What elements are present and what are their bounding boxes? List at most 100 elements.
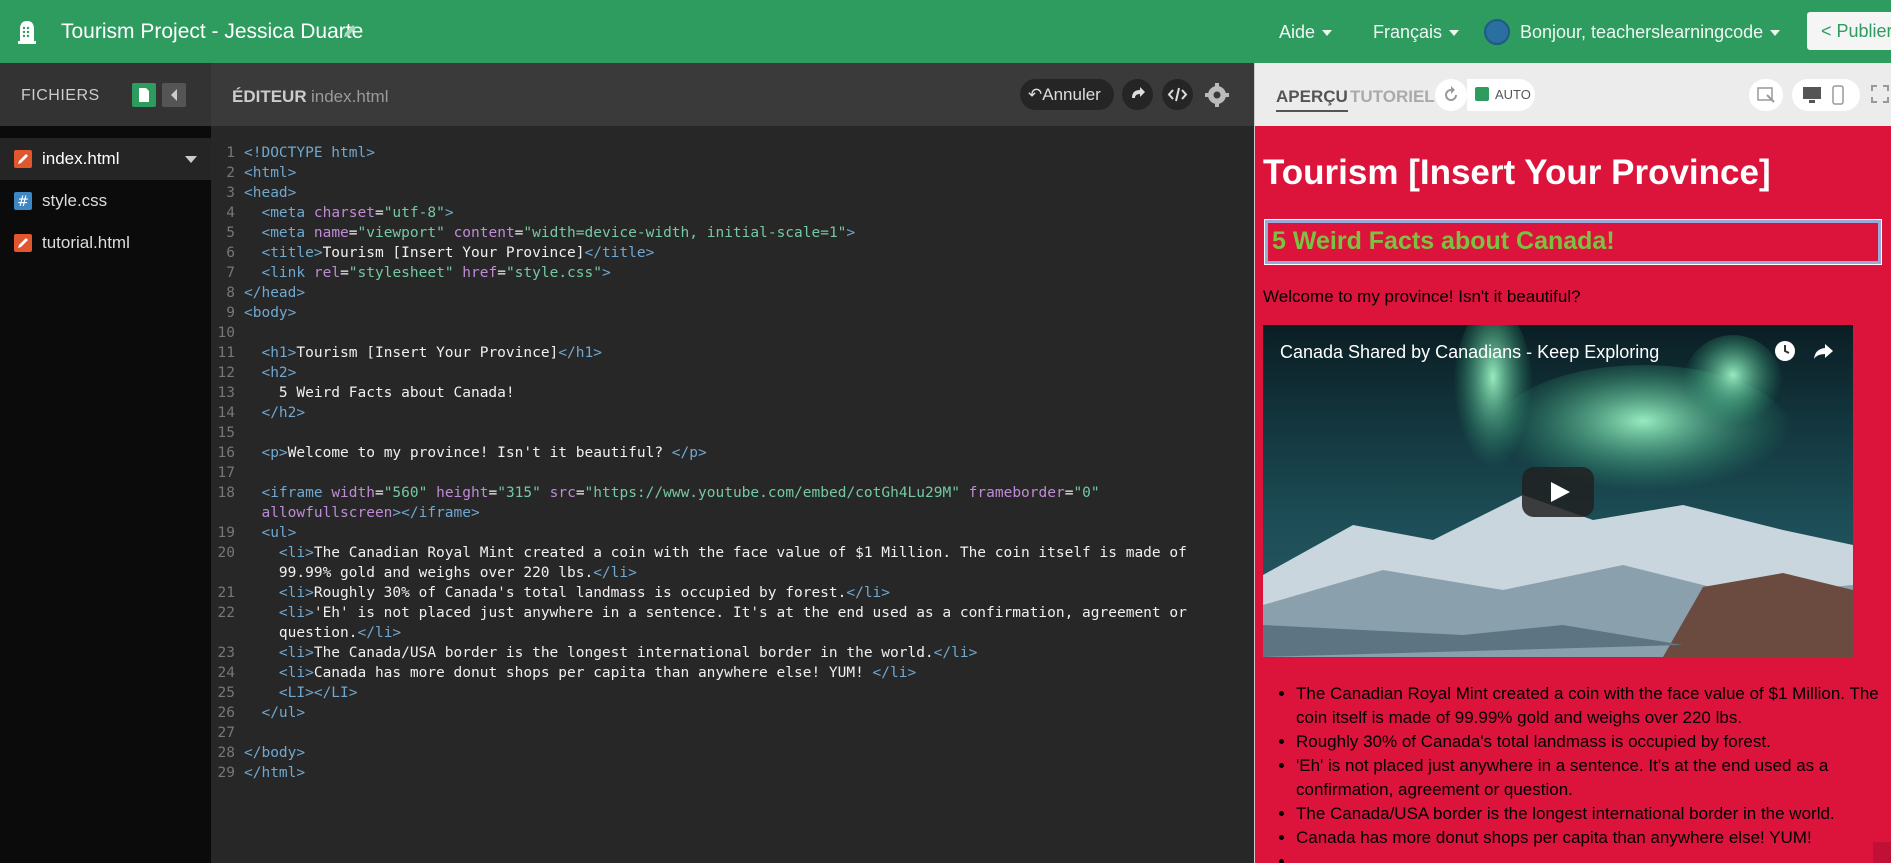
undo-button[interactable]: ↶Annuler [1020, 79, 1114, 110]
code-token: <!DOCTYPE html> [244, 145, 375, 161]
code-token: </li> [872, 665, 917, 681]
line-number: 26 [217, 705, 235, 721]
code-token: The Canadian Royal Mint created a coin w… [313, 545, 1187, 561]
code-line[interactable]: 26 </ul> [211, 703, 1254, 723]
code-token: 5 Weird Facts about Canada! [244, 385, 515, 401]
line-number: 28 [217, 745, 235, 761]
code-line[interactable]: 27 [211, 723, 1254, 743]
tab-tutorial[interactable]: TUTORIEL [1350, 87, 1435, 107]
auto-refresh-toggle[interactable]: AUTO [1467, 79, 1535, 111]
code-text: <body> [244, 303, 296, 323]
publish-button[interactable]: < Publier [1807, 12, 1891, 50]
redo-button[interactable] [1122, 79, 1153, 110]
embedded-video[interactable]: Canada Shared by Canadians - Keep Explor… [1263, 325, 1853, 657]
code-line[interactable]: allowfullscreen></iframe> [211, 503, 1254, 523]
help-menu[interactable]: Aide [1279, 22, 1333, 43]
code-line[interactable]: 99.99% gold and weighs over 220 lbs.</li… [211, 563, 1254, 583]
code-line[interactable]: 21 <li>Roughly 30% of Canada's total lan… [211, 583, 1254, 603]
code-token: rel [313, 265, 341, 281]
line-number: 9 [226, 305, 235, 321]
code-line[interactable]: 2 <html> [211, 163, 1254, 183]
user-menu[interactable]: Bonjour, teacherslearningcode [1520, 22, 1781, 43]
tab-preview[interactable]: APERÇU [1276, 87, 1348, 112]
code-line[interactable]: 3 <head> [211, 183, 1254, 203]
line-number: 11 [217, 345, 235, 361]
chevron-down-icon[interactable] [185, 156, 197, 163]
code-line[interactable]: 18 <iframe width="560" height="315" src=… [211, 483, 1254, 503]
avatar[interactable] [1484, 19, 1510, 45]
code-line[interactable]: question.</li> [211, 623, 1254, 643]
thimble-logo-icon[interactable] [14, 19, 40, 45]
code-line[interactable]: 7 <link rel="stylesheet" href="style.css… [211, 263, 1254, 283]
code-token: > [601, 265, 611, 281]
code-line[interactable]: 24 <li>Canada has more donut shops per c… [211, 663, 1254, 683]
code-line[interactable]: 14 </h2> [211, 403, 1254, 423]
fullscreen-icon[interactable] [1871, 85, 1889, 103]
code-editor[interactable]: 1 <!DOCTYPE html> 2 <html> 3 <head> 4 <meta ch… [211, 126, 1254, 863]
code-line[interactable]: 19 <ul> [211, 523, 1254, 543]
code-line[interactable]: 29 </html> [211, 763, 1254, 783]
inspector-button[interactable] [1749, 79, 1783, 111]
file-item-index-html[interactable]: index.html [0, 138, 211, 180]
code-line[interactable]: 6 <title>Tourism [Insert Your Province]<… [211, 243, 1254, 263]
file-name: tutorial.html [42, 233, 130, 252]
file-item-style-css[interactable]: # style.css [0, 180, 211, 222]
code-line[interactable]: 16 <p>Welcome to my province! Isn't it b… [211, 443, 1254, 463]
code-line[interactable]: 11 <h1>Tourism [Insert Your Province]</h… [211, 343, 1254, 363]
play-button-icon[interactable] [1522, 467, 1594, 517]
collapse-sidebar-button[interactable] [162, 83, 186, 107]
code-format-button[interactable] [1162, 79, 1193, 110]
code-line[interactable]: 17 [211, 463, 1254, 483]
desktop-icon[interactable] [1802, 86, 1822, 104]
refresh-button[interactable] [1435, 79, 1467, 111]
code-line[interactable]: 28 </body> [211, 743, 1254, 763]
new-file-button[interactable] [132, 83, 156, 107]
file-item-tutorial-html[interactable]: tutorial.html [0, 222, 211, 264]
list-item: Canada has more donut shops per capita t… [1296, 826, 1881, 850]
code-line[interactable]: 5 <meta name="viewport" content="width=d… [211, 223, 1254, 243]
code-text: 99.99% gold and weighs over 220 lbs.</li… [244, 563, 637, 583]
code-line[interactable]: 23 <li>The Canada/USA border is the long… [211, 643, 1254, 663]
code-text: </html> [244, 763, 305, 783]
code-token: <title> [261, 245, 323, 261]
editor-title: ÉDITEUR [232, 87, 307, 106]
user-greeting: Bonjour, teacherslearningcode [1520, 22, 1764, 42]
code-line[interactable]: 25 <LI></LI> [211, 683, 1254, 703]
mobile-icon[interactable] [1832, 85, 1844, 105]
chevron-down-icon [1449, 30, 1460, 37]
code-line[interactable]: 4 <meta charset="utf-8"> [211, 203, 1254, 223]
live-preview[interactable]: Tourism [Insert Your Province] 5 Weird F… [1254, 126, 1891, 863]
chevron-down-icon [1770, 30, 1781, 37]
code-line[interactable]: 8 </head> [211, 283, 1254, 303]
facts-list: The Canadian Royal Mint created a coin w… [1296, 682, 1881, 863]
code-line[interactable]: 12 <h2> [211, 363, 1254, 383]
code-line[interactable]: 15 [211, 423, 1254, 443]
code-token: name [313, 225, 349, 241]
code-text: </ul> [244, 703, 305, 723]
watch-later-clock-icon[interactable] [1773, 339, 1797, 363]
share-arrow-icon[interactable] [1811, 339, 1835, 363]
code-text: <h1>Tourism [Insert Your Province]</h1> [244, 343, 601, 363]
line-number: 24 [217, 665, 235, 681]
code-line[interactable]: 10 [211, 323, 1254, 343]
edit-title-pencil-icon[interactable] [342, 23, 358, 39]
code-line[interactable]: 22 <li>'Eh' is not placed just anywhere … [211, 603, 1254, 623]
code-line[interactable]: 1 <!DOCTYPE html> [211, 143, 1254, 163]
line-number: 7 [226, 265, 235, 281]
code-line[interactable]: 20 <li>The Canadian Royal Mint created a… [211, 543, 1254, 563]
corner-handle[interactable] [1873, 842, 1891, 863]
code-token: allowfullscreen [261, 505, 393, 521]
gear-icon[interactable] [1203, 81, 1231, 109]
code-line[interactable]: 13 5 Weird Facts about Canada! [211, 383, 1254, 403]
language-menu[interactable]: Français [1373, 22, 1460, 43]
code-line[interactable]: 9 <body> [211, 303, 1254, 323]
code-token: The Canada/USA border is the longest int… [313, 645, 934, 661]
